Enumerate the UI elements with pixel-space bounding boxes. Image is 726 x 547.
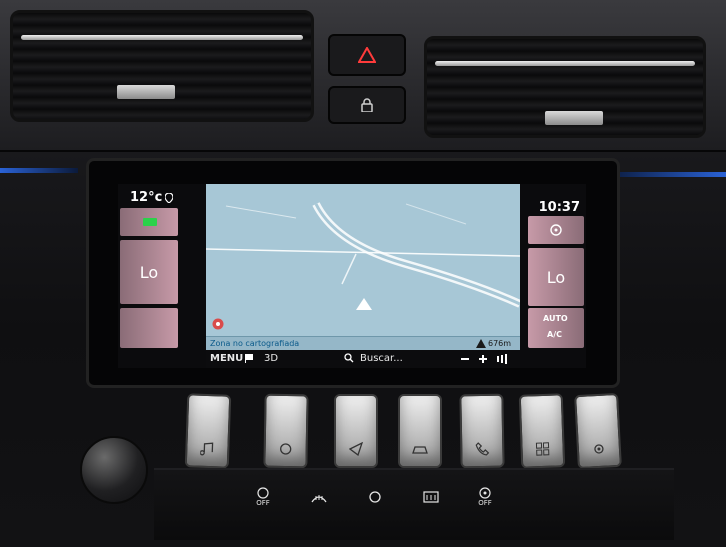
vehicle-key[interactable] — [398, 394, 442, 468]
recirculation-icon — [369, 491, 381, 503]
infotainment-screen[interactable]: 12°c Lo Zona no cartografiada 676m MENU … — [118, 184, 586, 368]
ambient-light-strip-left — [0, 168, 78, 173]
ambient-light-strip-right — [606, 172, 726, 177]
zoom-in-icon[interactable] — [478, 354, 488, 364]
nav-icon — [349, 442, 363, 456]
recirculation-button[interactable] — [356, 480, 394, 514]
map-status-bar: Zona no cartografiada 676m — [206, 336, 520, 351]
climate-key[interactable] — [263, 393, 309, 469]
fan-off-icon — [479, 487, 491, 499]
vehicle-position-arrow-icon — [356, 298, 372, 310]
location-pin-icon — [165, 192, 174, 203]
off-fan-icon — [257, 487, 269, 499]
media-key[interactable] — [184, 393, 232, 469]
front-defrost-button[interactable] — [300, 480, 338, 514]
fan-off-label: OFF — [478, 499, 492, 507]
left-air-vent[interactable] — [10, 10, 314, 122]
auto-label: AUTO — [543, 314, 568, 323]
menu-button[interactable]: MENU — [210, 353, 243, 364]
compass-icon[interactable] — [212, 318, 224, 330]
music-icon — [200, 442, 214, 456]
map-roads — [206, 202, 520, 308]
apps-key[interactable] — [518, 393, 566, 469]
climate-off-button[interactable]: OFF — [244, 480, 282, 514]
navigation-map[interactable] — [206, 184, 520, 350]
hazard-button[interactable] — [328, 34, 406, 76]
left-climate-panel: 12°c Lo — [118, 184, 206, 368]
right-air-vent[interactable] — [424, 36, 706, 138]
left-vent-chrome-strip — [21, 35, 303, 40]
zoom-out-icon[interactable] — [460, 354, 470, 364]
phone-icon — [475, 442, 490, 456]
search-field[interactable]: Buscar... — [360, 353, 403, 364]
lock-icon — [361, 98, 373, 112]
rear-defrost-button[interactable] — [412, 480, 450, 514]
right-seat-button[interactable] — [528, 216, 584, 244]
apps-icon — [535, 442, 550, 456]
rear-defrost-icon — [423, 491, 439, 503]
central-lock-button[interactable] — [328, 86, 406, 124]
left-lower-climate-button[interactable] — [120, 308, 178, 348]
car-icon — [412, 446, 428, 454]
fan-icon — [550, 224, 562, 236]
warning-triangle-icon — [476, 339, 486, 348]
green-status-icon — [143, 218, 157, 226]
fan-off-button[interactable]: OFF — [466, 480, 504, 514]
clock: 10:37 — [538, 200, 580, 215]
hazard-triangle-icon — [358, 47, 376, 63]
nav-footer-bar: MENU 3D Buscar... — [206, 350, 520, 368]
distance-label: 676m — [488, 339, 512, 348]
zone-status-text: Zona no cartografiada — [210, 339, 300, 348]
right-climate-panel: 10:37 Lo AUTO A/C — [520, 184, 586, 368]
settings-key[interactable] — [574, 392, 622, 470]
temperature-readout: 12°c — [130, 190, 174, 205]
climate-off-label: OFF — [256, 499, 270, 507]
right-vent-chrome-strip — [435, 61, 695, 66]
ac-label: A/C — [547, 330, 562, 339]
left-fan-level-button[interactable]: Lo — [120, 240, 178, 304]
right-vent-tab[interactable] — [545, 111, 603, 125]
left-vent-tab[interactable] — [117, 85, 175, 99]
outside-temperature: 12°c — [130, 190, 163, 205]
fan-icon — [280, 443, 292, 455]
traffic-info-icon[interactable] — [496, 354, 510, 364]
volume-knob[interactable] — [80, 436, 148, 504]
left-fan-level: Lo — [139, 262, 159, 282]
search-icon — [344, 353, 354, 363]
view-mode-button[interactable]: 3D — [264, 353, 278, 364]
destination-flag-icon[interactable] — [244, 353, 254, 363]
right-fan-level: Lo — [546, 267, 566, 287]
right-fan-level-button[interactable]: Lo — [528, 248, 584, 306]
phone-key[interactable] — [459, 393, 505, 469]
auto-ac-button[interactable]: AUTO A/C — [528, 308, 584, 348]
settings-icon — [594, 444, 604, 454]
navigation-key[interactable] — [334, 394, 378, 468]
seat-heat-left-button[interactable] — [120, 208, 178, 236]
front-defrost-icon — [311, 495, 327, 503]
